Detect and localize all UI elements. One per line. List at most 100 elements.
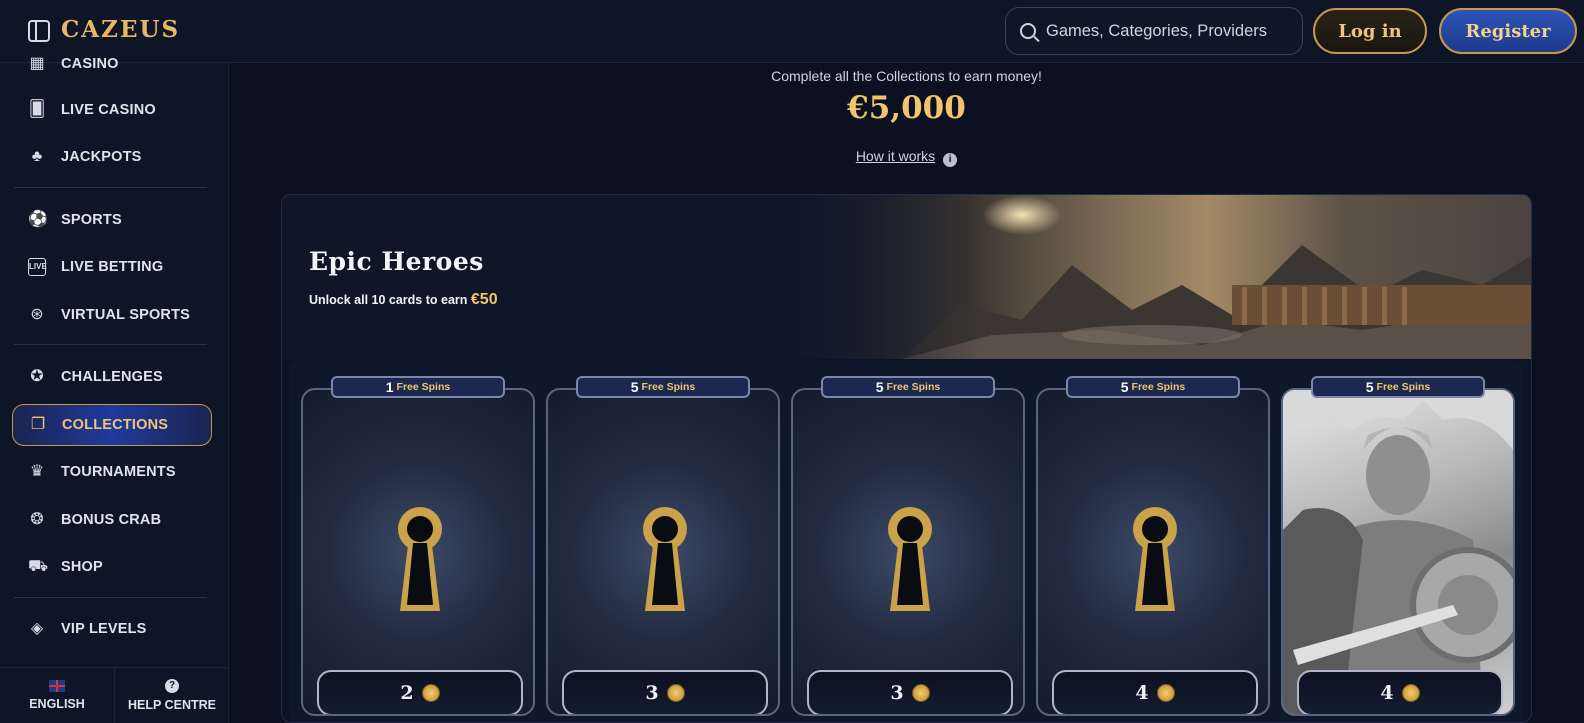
card-frame: 3 — [546, 388, 780, 716]
intro-text: Complete all the Collections to earn mon… — [771, 68, 1042, 84]
sidebar-item-vip-levels[interactable]: ◈ VIP LEVELS — [12, 608, 212, 650]
card-cost: 2 — [317, 670, 523, 714]
coin-icon — [1401, 684, 1420, 702]
banner-fade — [282, 195, 982, 359]
main-content: Complete all the Collections to earn mon… — [229, 63, 1584, 723]
trophy-icon: ♛ — [29, 463, 45, 480]
cards-row: 2 1 Free Spins 3 5 Free Spins 3 5 Free S… — [289, 361, 1523, 722]
search-box[interactable] — [1005, 7, 1303, 55]
card-spins-tab: 5 Free Spins — [821, 376, 995, 398]
collection-title: Epic Heroes — [309, 247, 484, 276]
total-prize: €5,000 — [847, 90, 966, 126]
sidebar-item-virtual-sports[interactable]: ⊛ VIRTUAL SPORTS — [12, 294, 212, 336]
help-label: HELP CENTRE — [128, 698, 216, 712]
card-cost: 3 — [562, 670, 768, 714]
spins-label: Free Spins — [886, 381, 941, 393]
playing-card-icon: 🂠 — [28, 101, 46, 118]
sidebar-toggle-icon[interactable] — [28, 20, 50, 42]
casino-icon: ▦ — [29, 55, 45, 72]
card-cost-value: 2 — [400, 682, 414, 704]
sidebar-item-live-betting[interactable]: LIVE LIVE BETTING — [12, 246, 212, 288]
spins-label: Free Spins — [1376, 381, 1431, 393]
spins-label: Free Spins — [396, 381, 451, 393]
sidebar-item-label: CHALLENGES — [61, 369, 163, 385]
sidebar-item-challenges[interactable]: ✪ CHALLENGES — [12, 356, 212, 398]
sidebar-item-label: TOURNAMENTS — [61, 464, 176, 480]
sidebar-item-label: VIRTUAL SPORTS — [61, 307, 191, 323]
spins-count: 5 — [875, 379, 884, 395]
card-frame: 4 — [1281, 388, 1515, 716]
help-icon: ? — [165, 679, 179, 693]
sidebar-item-label: SPORTS — [61, 212, 122, 228]
coin-icon — [911, 684, 930, 702]
sidebar-item-sports[interactable]: ⚽ SPORTS — [12, 199, 212, 241]
cart-icon: ⛟ — [28, 558, 49, 575]
card-cost-value: 3 — [645, 682, 659, 704]
sidebar-divider — [14, 597, 207, 598]
sidebar-item-label: VIP LEVELS — [61, 621, 147, 637]
coin-icon — [666, 684, 685, 702]
sidebar-item-bonus-crab[interactable]: ❂ BONUS CRAB — [12, 499, 212, 541]
sidebar-item-live-casino[interactable]: 🂠 LIVE CASINO — [12, 89, 212, 131]
hero-portrait — [1283, 390, 1513, 714]
card-cost-value: 4 — [1135, 682, 1149, 704]
collection-card[interactable]: 3 5 Free Spins — [791, 376, 1025, 716]
spins-count: 1 — [385, 379, 394, 395]
sidebar-item-label: SHOP — [61, 559, 103, 575]
language-label: ENGLISH — [29, 697, 85, 711]
login-button[interactable]: Log in — [1313, 8, 1427, 54]
card-cost: 4 — [1297, 670, 1503, 714]
help-centre-link[interactable]: ? HELP CENTRE — [115, 668, 229, 723]
spins-label: Free Spins — [1131, 381, 1186, 393]
collection-card[interactable]: 4 5 Free Spins — [1281, 376, 1515, 716]
uk-flag-icon — [49, 680, 65, 692]
sidebar-item-tournaments[interactable]: ♛ TOURNAMENTS — [12, 451, 212, 493]
sidebar-item-collections[interactable]: ❐ COLLECTIONS — [12, 404, 212, 446]
clover-icon: ♣ — [31, 148, 43, 165]
coin-icon — [421, 684, 440, 702]
hero-illustration — [1283, 390, 1513, 714]
card-frame: 3 — [791, 388, 1025, 716]
sidebar-divider — [14, 187, 207, 188]
sidebar-footer: ENGLISH ? HELP CENTRE — [0, 667, 229, 723]
keyhole-icon — [888, 507, 932, 611]
crab-claw-icon: ❂ — [30, 511, 44, 528]
sidebar-item-casino[interactable]: ▦ CASINO — [12, 53, 212, 75]
top-bar: CAZEUS Log in Register — [0, 0, 1584, 63]
card-spins-tab: 5 Free Spins — [1311, 376, 1485, 398]
soccer-ball-icon: ⚽ — [28, 211, 48, 228]
sidebar-item-shop[interactable]: ⛟ SHOP — [12, 546, 212, 588]
card-spins-tab: 1 Free Spins — [331, 376, 505, 398]
cards-icon: ❐ — [30, 416, 46, 433]
spins-label: Free Spins — [641, 381, 696, 393]
language-selector[interactable]: ENGLISH — [0, 668, 115, 723]
collection-reward: €50 — [470, 291, 498, 308]
sidebar-item-label: LIVE CASINO — [61, 102, 156, 118]
collection-subtitle: Unlock all 10 cards to earn €50 — [309, 291, 498, 309]
collection-subtitle-text: Unlock all 10 cards to earn — [309, 293, 468, 307]
sidebar-item-jackpots[interactable]: ♣ JACKPOTS — [12, 136, 212, 178]
diamond-icon: ◈ — [30, 620, 44, 637]
collection-card[interactable]: 2 1 Free Spins — [301, 376, 535, 716]
register-button[interactable]: Register — [1439, 8, 1577, 54]
collection-card[interactable]: 3 5 Free Spins — [546, 376, 780, 716]
collection-card[interactable]: 4 5 Free Spins — [1036, 376, 1270, 716]
sidebar-item-label: COLLECTIONS — [62, 417, 169, 433]
info-icon[interactable]: i — [943, 153, 958, 167]
how-it-works-link[interactable]: How it works — [856, 148, 935, 164]
sidebar-item-label: JACKPOTS — [61, 149, 142, 165]
card-cost-value: 4 — [1380, 682, 1394, 704]
banner-landscape — [902, 245, 1531, 359]
how-it-works: How it works i — [229, 148, 1584, 167]
collection-banner: Epic Heroes Unlock all 10 cards to earn … — [282, 195, 1531, 359]
spins-count: 5 — [1365, 379, 1374, 395]
logo[interactable]: CAZEUS — [61, 16, 180, 43]
live-tv-icon: LIVE — [28, 258, 47, 276]
card-cost-value: 3 — [890, 682, 904, 704]
collection-panel: Epic Heroes Unlock all 10 cards to earn … — [281, 194, 1532, 723]
search-input[interactable] — [1046, 21, 1296, 41]
sidebar: ▦ CASINO 🂠 LIVE CASINO ♣ JACKPOTS ⚽ SPOR… — [0, 55, 229, 723]
keyhole-icon — [398, 507, 442, 611]
coin-icon — [1156, 684, 1175, 702]
card-frame: 2 — [301, 388, 535, 716]
